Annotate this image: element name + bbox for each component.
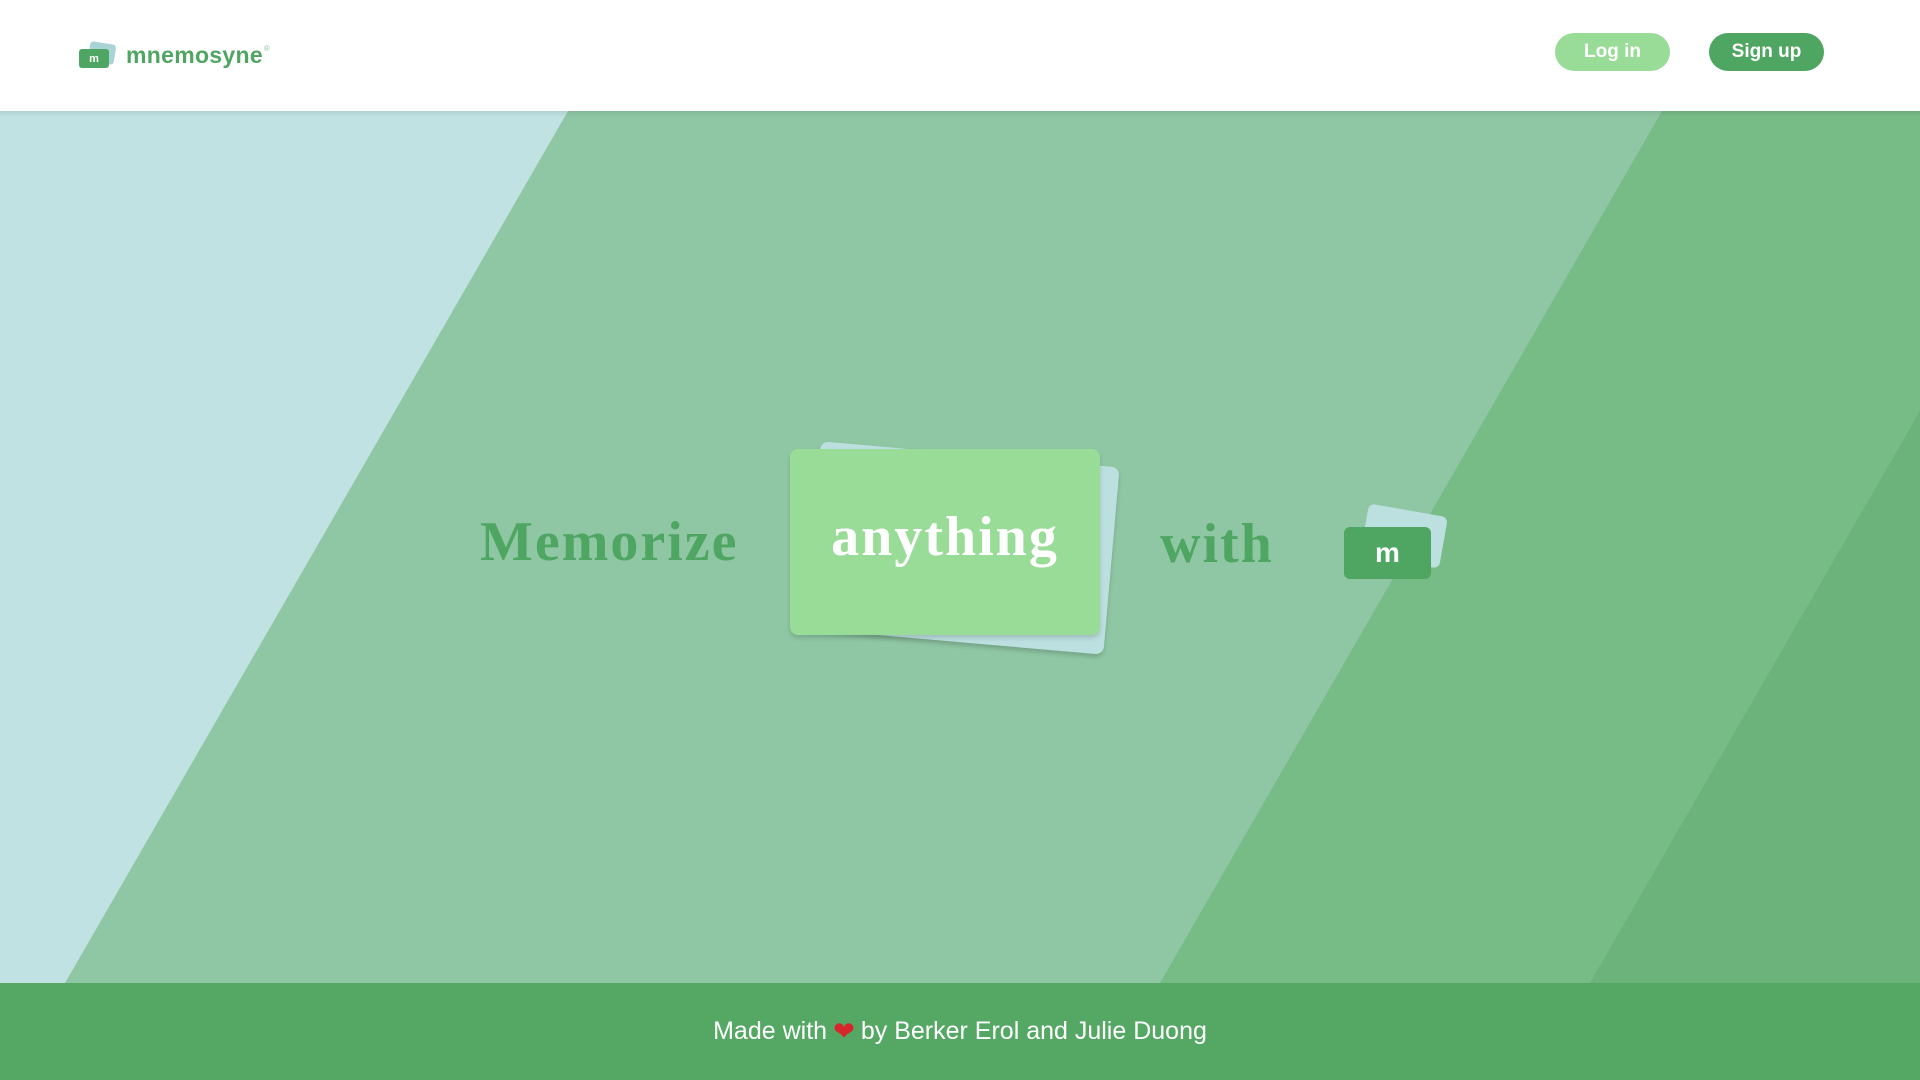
- login-button[interactable]: Log in: [1555, 33, 1670, 71]
- mini-logo-cards-icon: m: [1344, 502, 1454, 582]
- header-shadow: [0, 111, 1920, 117]
- flashcard-stack: anything: [790, 432, 1120, 655]
- mini-logo-front-card: m: [1344, 527, 1431, 579]
- signup-button[interactable]: Sign up: [1709, 33, 1824, 71]
- footer: Made with ❤ by Berker Erol and Julie Duo…: [0, 983, 1920, 1080]
- logo-front-card: m: [79, 49, 109, 68]
- logo-cards-icon: m: [79, 41, 117, 69]
- footer-credits: by Berker Erol and Julie Duong: [860, 1017, 1207, 1045]
- footer-prefix: Made with: [713, 1017, 828, 1045]
- brand-name-text: mnemosyne: [126, 41, 263, 68]
- heart-icon: ❤: [833, 1016, 855, 1046]
- top-nav: m mnemosyne® Log in Sign up: [0, 0, 1920, 111]
- tagline-word-with: with: [1160, 513, 1274, 575]
- tagline-word-anything: anything: [831, 506, 1059, 568]
- tagline-word-memorize: Memorize: [480, 511, 739, 573]
- registered-mark: ®: [263, 43, 271, 53]
- brand-logo[interactable]: m mnemosyne®: [79, 40, 270, 70]
- brand-name: mnemosyne®: [126, 42, 270, 69]
- flashcard-front: anything: [790, 449, 1100, 635]
